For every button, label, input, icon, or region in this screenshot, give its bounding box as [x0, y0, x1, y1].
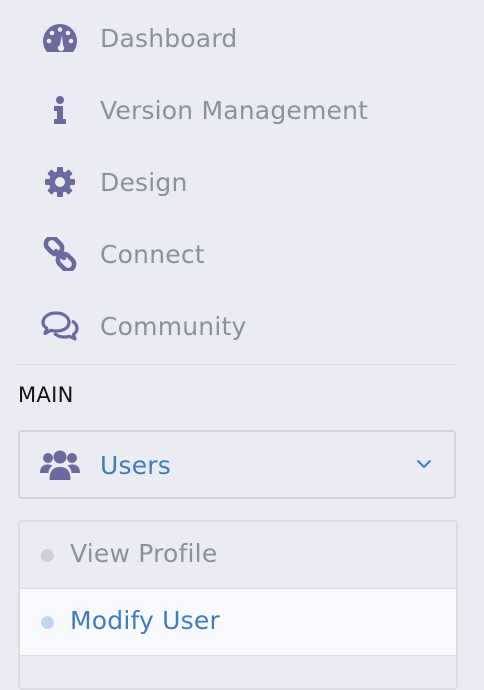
link-chain-icon [40, 234, 80, 274]
info-icon [40, 90, 80, 130]
nav-item-design[interactable]: Design [0, 146, 460, 218]
chevron-down-icon [416, 456, 432, 472]
submenu-item-modify-user[interactable]: Modify User [20, 588, 456, 655]
nav-item-community[interactable]: Community [0, 290, 460, 362]
nav-label-community: Community [100, 311, 247, 341]
section-divider [18, 364, 456, 365]
nav-item-connect[interactable]: Connect [0, 218, 460, 290]
users-menu-label: Users [100, 451, 172, 480]
users-group-icon [40, 445, 80, 485]
dashboard-gauge-icon [40, 18, 80, 58]
bullet-dot-icon [41, 549, 54, 562]
gear-icon [40, 162, 80, 202]
nav-label-dashboard: Dashboard [100, 23, 238, 53]
nav-label-connect: Connect [100, 239, 205, 269]
nav-item-dashboard[interactable]: Dashboard [0, 2, 460, 74]
submenu-label-view-profile: View Profile [70, 539, 218, 568]
nav-label-design: Design [100, 167, 188, 197]
submenu-item-partial[interactable] [20, 655, 456, 688]
chat-bubbles-icon [40, 306, 80, 346]
users-menu-toggle[interactable]: Users [18, 430, 456, 499]
submenu-label-modify-user: Modify User [70, 606, 220, 635]
users-submenu: View Profile Modify User [18, 520, 458, 690]
bullet-dot-icon [41, 616, 54, 629]
submenu-item-view-profile[interactable]: View Profile [20, 522, 456, 588]
nav-item-version-management[interactable]: Version Management [0, 74, 460, 146]
nav-label-version-management: Version Management [100, 95, 369, 125]
section-title-main: MAIN [18, 383, 74, 407]
